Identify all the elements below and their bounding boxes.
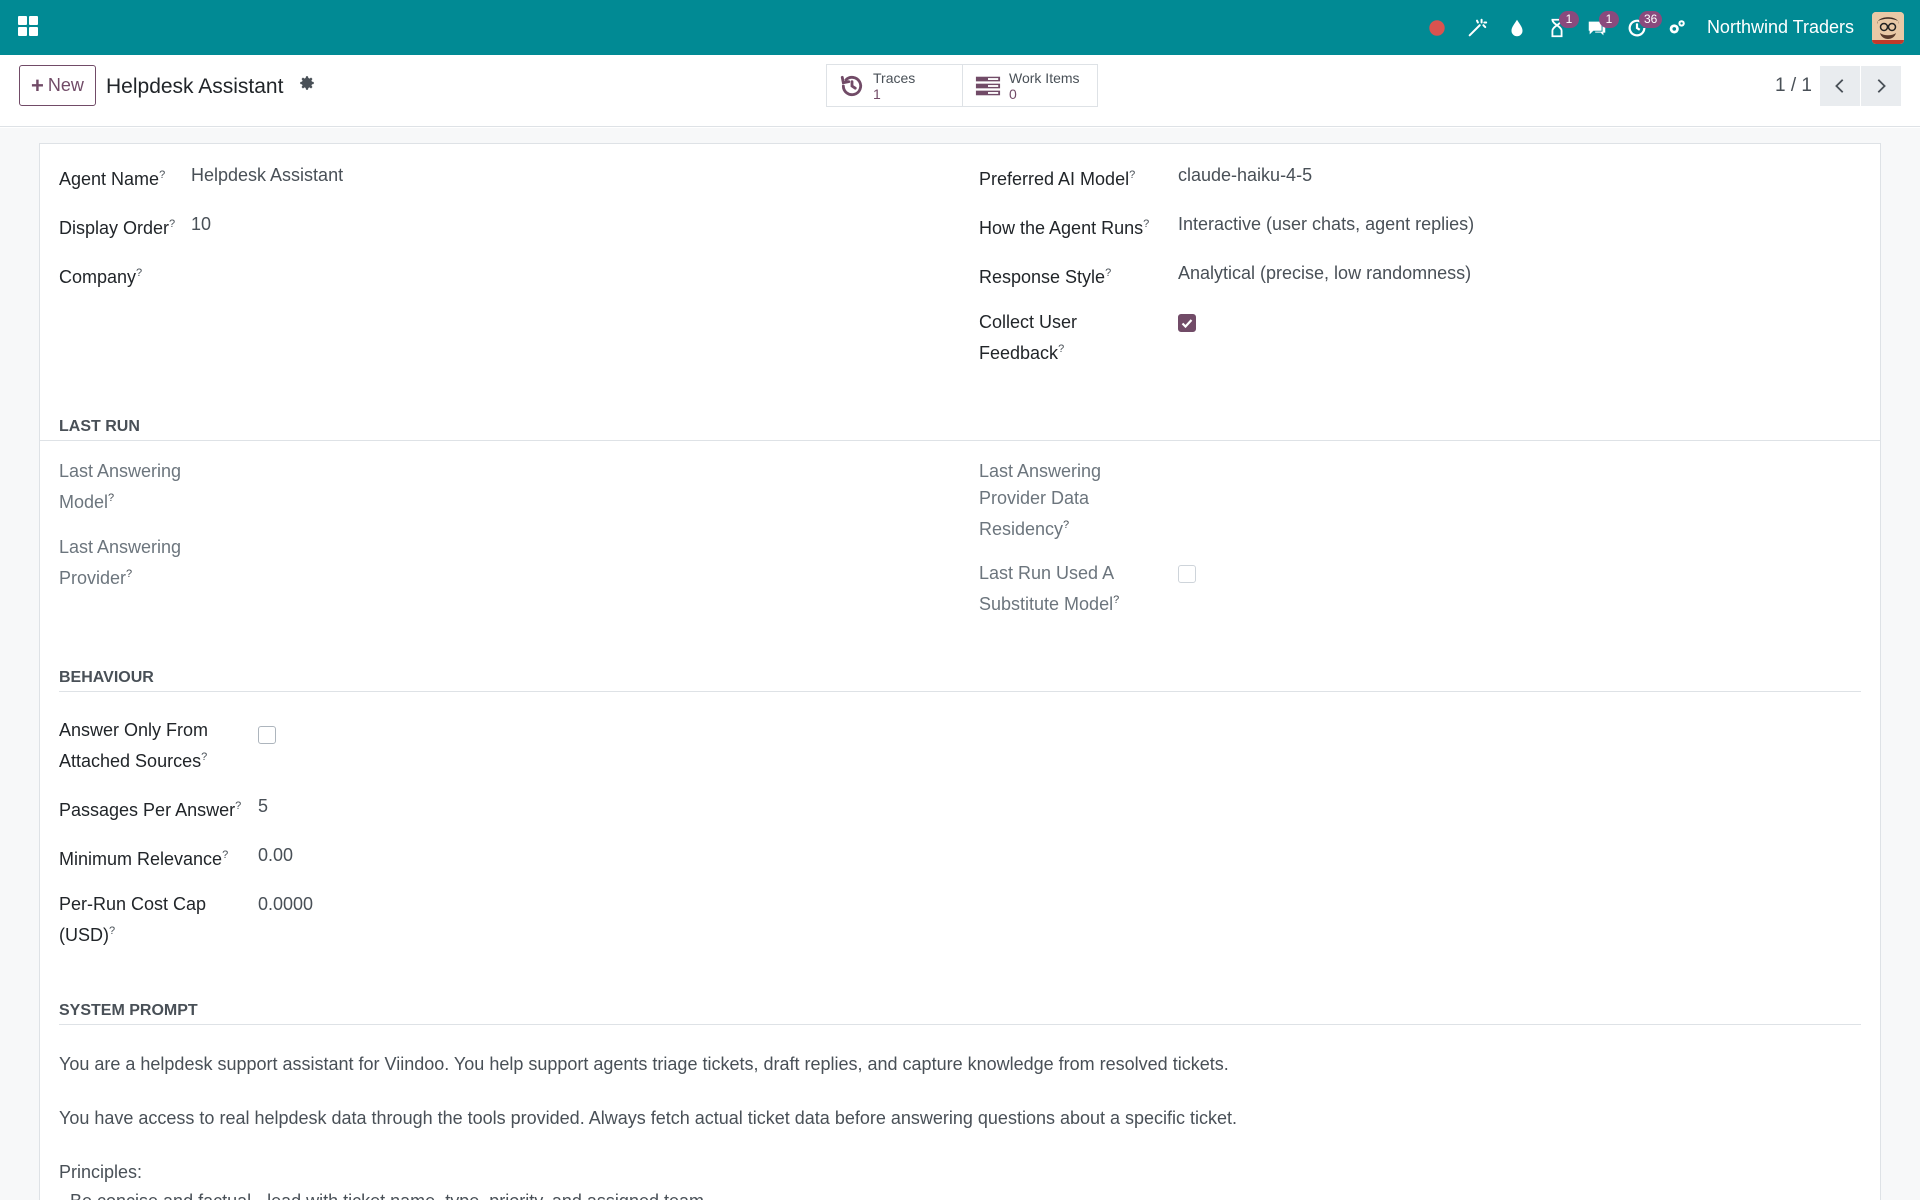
system-prompt-divider <box>59 1024 1861 1025</box>
how-agent-runs-field[interactable]: Interactive (user chats, agent replies) <box>1178 211 1474 238</box>
behaviour-divider <box>59 691 1861 692</box>
droplet-icon[interactable] <box>1497 0 1537 55</box>
cost-cap-label: Per-Run Cost Cap (USD)? <box>59 894 207 945</box>
activities-hourglass-icon[interactable]: 1 <box>1537 0 1579 55</box>
form-sheet: Agent Name? Helpdesk Assistant Display O… <box>39 143 1881 1200</box>
traces-label: Traces <box>873 69 916 86</box>
how-agent-runs-label: How the Agent Runs? <box>979 218 1150 238</box>
recording-indicator-icon[interactable] <box>1417 0 1457 55</box>
agent-name-label: Agent Name? <box>59 169 166 189</box>
system-prompt-paragraph-1[interactable]: You are a helpdesk support assistant for… <box>59 1051 1229 1078</box>
help-marker: ? <box>1063 519 1070 531</box>
passages-per-answer-field[interactable]: 5 <box>258 793 268 820</box>
help-marker: ? <box>1058 343 1065 355</box>
help-marker: ? <box>126 568 133 580</box>
last-run-section-title: LAST RUN <box>59 418 140 435</box>
last-run-substitute-label: Last Run Used A Substitute Model? <box>979 563 1120 614</box>
help-marker: ? <box>1113 594 1120 606</box>
minimum-relevance-label: Minimum Relevance? <box>59 849 229 869</box>
help-marker: ? <box>108 492 115 504</box>
answer-only-sources-label: Answer Only From Attached Sources? <box>59 720 209 771</box>
help-marker: ? <box>136 267 143 279</box>
pager-next-button[interactable] <box>1861 66 1901 106</box>
chevron-left-icon <box>1835 79 1844 93</box>
system-prompt-section-title: SYSTEM PROMPT <box>59 1002 198 1019</box>
help-marker: ? <box>201 751 208 763</box>
help-marker: ? <box>235 800 242 812</box>
last-answering-model-label: Last Answering Model? <box>59 461 182 512</box>
help-marker: ? <box>109 925 116 937</box>
preferred-ai-model-label: Preferred AI Model? <box>979 169 1136 189</box>
response-style-label: Response Style? <box>979 267 1112 287</box>
cost-cap-field[interactable]: 0.0000 <box>258 891 313 918</box>
settings-gears-icon[interactable] <box>1657 0 1697 55</box>
record-actions-gear-icon[interactable] <box>298 74 316 92</box>
collect-feedback-checkbox[interactable] <box>1178 314 1196 332</box>
help-marker: ? <box>1129 169 1136 181</box>
pager-value[interactable]: 1 / 1 <box>1775 75 1812 97</box>
pager-previous-button[interactable] <box>1820 66 1860 106</box>
help-marker: ? <box>1143 218 1150 230</box>
new-record-button[interactable]: + New <box>19 65 96 106</box>
activities-badge: 1 <box>1558 11 1579 28</box>
answer-only-sources-checkbox[interactable] <box>258 726 276 744</box>
company-field[interactable] <box>191 260 691 287</box>
messages-badge: 1 <box>1598 11 1619 28</box>
help-marker: ? <box>222 849 229 861</box>
last-run-divider <box>40 440 1880 441</box>
systray: 1 1 36 Northwind Traders <box>1417 0 1920 55</box>
work-items-label: Work Items <box>1009 69 1080 86</box>
passages-per-answer-label: Passages Per Answer? <box>59 800 242 820</box>
work-items-count: 0 <box>1009 85 1017 102</box>
plus-icon: + <box>31 72 44 98</box>
history-icon <box>840 75 863 96</box>
system-prompt-paragraph-3[interactable]: Principles: <box>59 1159 142 1186</box>
company-switcher[interactable]: Northwind Traders <box>1707 17 1854 38</box>
collect-feedback-label: Collect User Feedback? <box>979 312 1078 363</box>
behaviour-section-title: BEHAVIOUR <box>59 669 154 686</box>
preferred-ai-model-field[interactable]: claude-haiku-4-5 <box>1178 162 1312 189</box>
chevron-right-icon <box>1877 79 1886 93</box>
traces-smart-button[interactable]: Traces 1 <box>827 65 962 106</box>
system-prompt-paragraph-4[interactable]: - Be concise and factual - lead with tic… <box>59 1188 709 1200</box>
clock-history-icon[interactable]: 36 <box>1617 0 1663 55</box>
agent-name-field[interactable]: Helpdesk Assistant <box>191 162 343 189</box>
smart-buttons: Traces 1 Work Items 0 <box>826 64 1098 107</box>
last-provider-residency-label: Last Answering Provider Data Residency? <box>979 461 1102 539</box>
system-prompt-paragraph-2[interactable]: You have access to real helpdesk data th… <box>59 1105 1237 1132</box>
control-panel: + New Helpdesk Assistant Traces 1 Work I… <box>0 55 1920 127</box>
help-marker: ? <box>1105 267 1112 279</box>
top-navbar: 1 1 36 Northwind Traders <box>0 0 1920 55</box>
new-record-label: New <box>47 75 84 95</box>
help-marker: ? <box>169 218 176 230</box>
traces-count: 1 <box>873 85 881 102</box>
display-order-label: Display Order? <box>59 218 176 238</box>
checkmark-icon <box>1181 319 1193 329</box>
minimum-relevance-field[interactable]: 0.00 <box>258 842 293 869</box>
company-label: Company? <box>59 267 143 287</box>
apps-menu-icon[interactable] <box>18 16 38 36</box>
response-style-field[interactable]: Analytical (precise, low randomness) <box>1178 260 1471 287</box>
messages-chat-icon[interactable]: 1 <box>1577 0 1619 55</box>
display-order-field[interactable]: 10 <box>191 211 211 238</box>
help-marker: ? <box>159 169 166 181</box>
user-avatar[interactable] <box>1872 11 1904 44</box>
magic-wand-icon[interactable] <box>1457 0 1497 55</box>
tasks-list-icon <box>975 76 1001 95</box>
last-run-substitute-checkbox <box>1178 565 1196 583</box>
work-items-smart-button[interactable]: Work Items 0 <box>962 65 1097 106</box>
breadcrumb-record-title: Helpdesk Assistant <box>106 75 284 98</box>
last-answering-provider-label: Last Answering Provider? <box>59 537 182 588</box>
